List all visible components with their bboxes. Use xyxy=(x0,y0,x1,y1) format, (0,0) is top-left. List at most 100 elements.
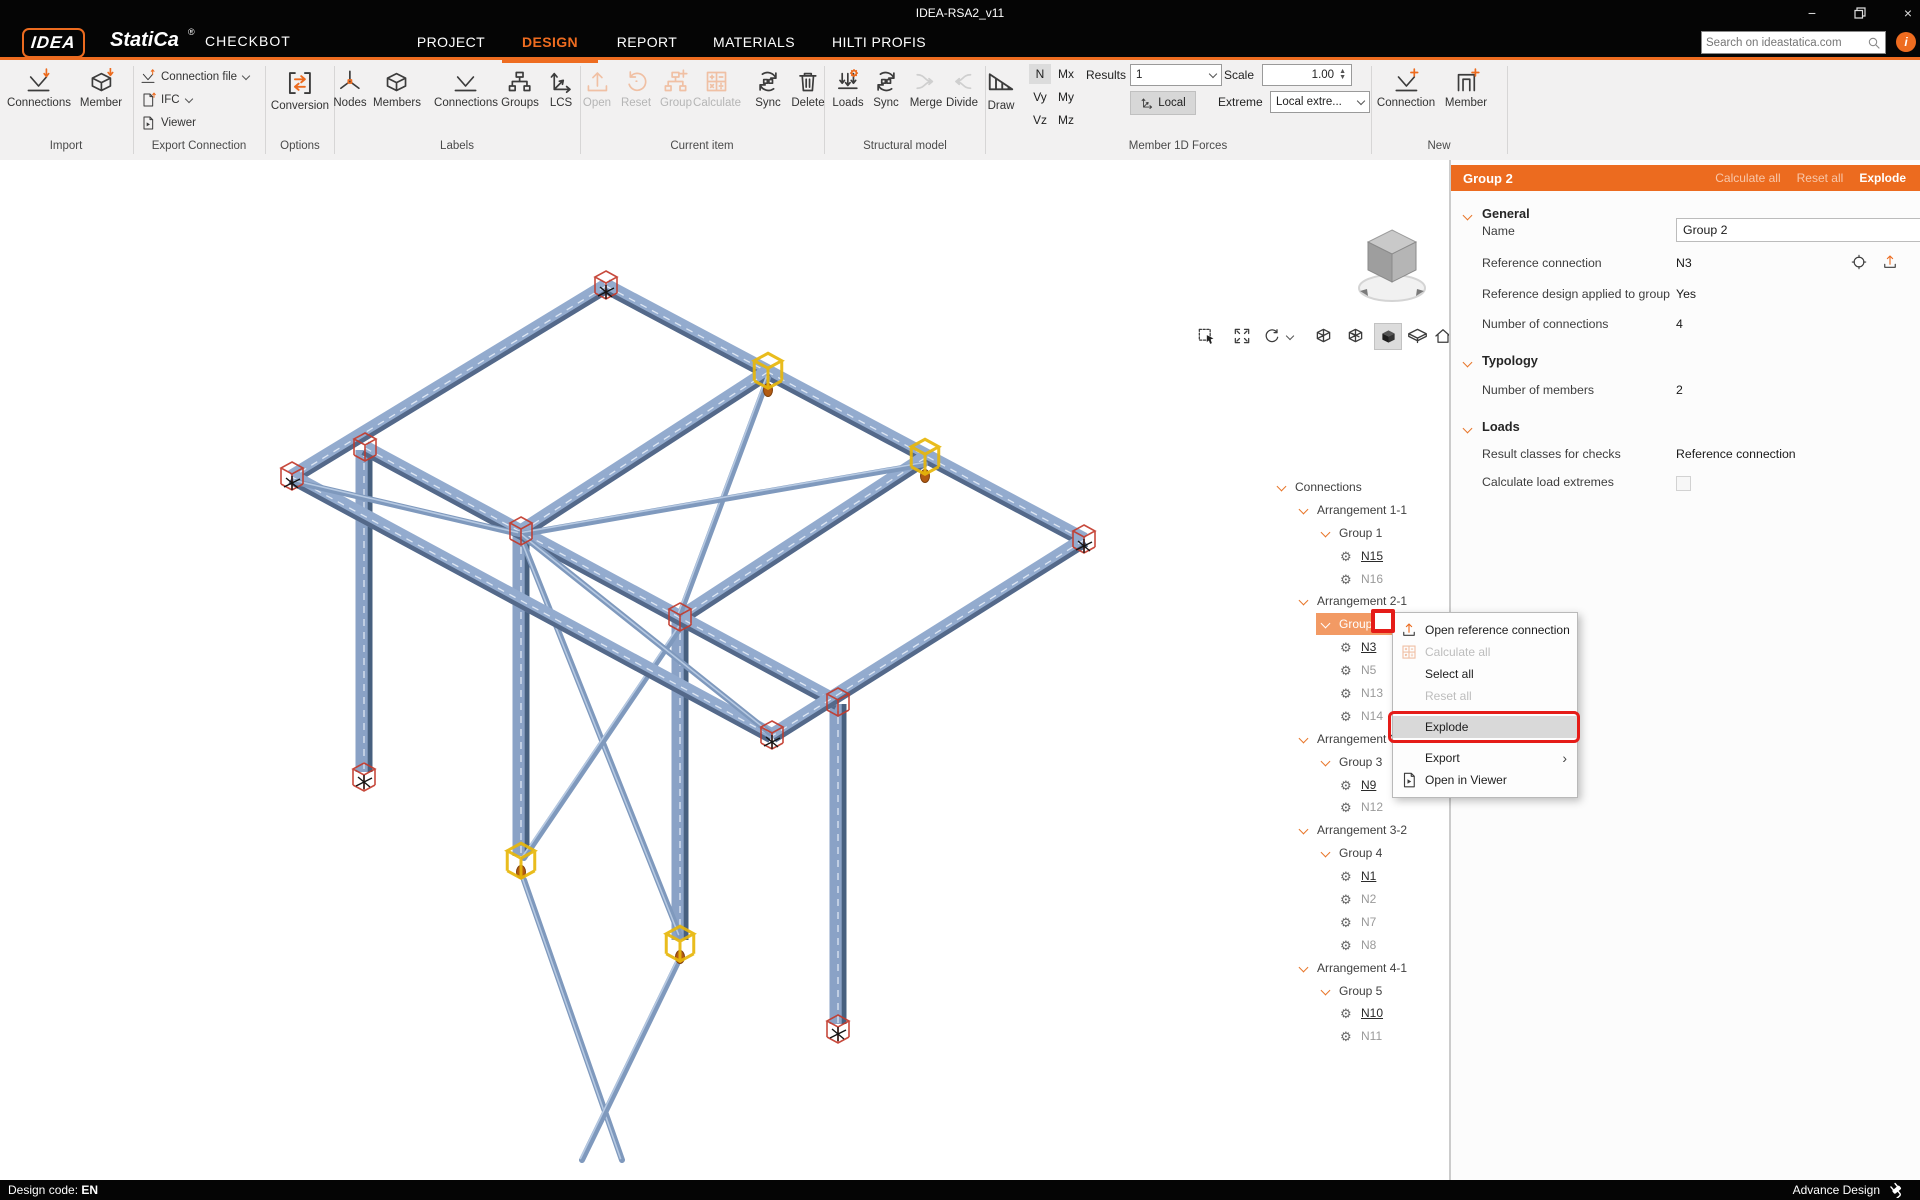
tab-materials[interactable]: MATERIALS xyxy=(713,27,795,57)
force-component-mx[interactable]: Mx xyxy=(1055,64,1077,84)
labels-groups-button[interactable]: Groups xyxy=(501,68,539,109)
labels-nodes-button[interactable]: Nodes xyxy=(333,68,366,109)
tree-item-n7[interactable]: ⚙N7 xyxy=(1262,911,1450,934)
info-icon[interactable]: i xyxy=(1896,32,1916,52)
tree-item-arrangement-1-1[interactable]: Arrangement 1-1 xyxy=(1262,499,1450,522)
menu-item-export[interactable]: Export› xyxy=(1393,747,1577,769)
chevron-down-icon[interactable] xyxy=(1299,733,1309,743)
force-component-vz[interactable]: Vz xyxy=(1029,110,1051,130)
export-viewer-button[interactable]: Viewer xyxy=(140,113,196,133)
open-reference-icon[interactable] xyxy=(1881,253,1899,271)
export-ifc-button[interactable]: IFC xyxy=(140,90,192,110)
group-name-input[interactable] xyxy=(1676,218,1920,242)
results-dropdown[interactable]: 1 xyxy=(1130,64,1222,86)
magnifier-icon[interactable] xyxy=(1866,35,1882,51)
tree-item-group-4[interactable]: Group 4 xyxy=(1262,842,1450,865)
import-connections-button[interactable]: Connections xyxy=(7,68,71,109)
sync-model-button[interactable]: Sync xyxy=(873,68,900,109)
force-component-vy[interactable]: Vy xyxy=(1029,87,1051,107)
new-connection-button[interactable]: Connection xyxy=(1377,68,1435,109)
tree-item-n12[interactable]: ⚙N12 xyxy=(1262,796,1450,819)
tree-item-arrangement-2-1[interactable]: Arrangement 2-1 xyxy=(1262,590,1450,613)
menu-item-open-reference-connection[interactable]: Open reference connection xyxy=(1393,619,1577,641)
view-wireframe-button[interactable] xyxy=(1310,323,1336,348)
labels-connections-button[interactable]: Connections xyxy=(434,68,498,109)
zoom-extents-button[interactable] xyxy=(1229,323,1255,348)
maximize-button[interactable] xyxy=(1839,0,1881,26)
tab-hilti-profis[interactable]: HILTI PROFIS xyxy=(832,27,926,57)
force-component-my[interactable]: My xyxy=(1055,87,1077,107)
chevron-down-icon[interactable] xyxy=(1321,848,1331,858)
chevron-down-icon[interactable] xyxy=(1299,825,1309,835)
scale-label: Scale xyxy=(1224,68,1254,82)
force-component-mz[interactable]: Mz xyxy=(1055,110,1077,130)
view-hidden-edges-button[interactable] xyxy=(1342,323,1368,348)
spinner-arrows[interactable]: ▲▼ xyxy=(1339,69,1346,81)
extreme-dropdown[interactable]: Local extre... xyxy=(1270,91,1370,113)
chevron-down-icon[interactable] xyxy=(1299,962,1309,972)
tab-report[interactable]: REPORT xyxy=(617,27,678,57)
tree-item-n2[interactable]: ⚙N2 xyxy=(1262,888,1450,911)
tree-item-n15[interactable]: ⚙N15 xyxy=(1262,545,1450,568)
chevron-down-icon[interactable] xyxy=(1299,504,1309,514)
chevron-down-icon[interactable] xyxy=(1463,424,1473,434)
connection-gear-icon: ⚙ xyxy=(1340,1005,1352,1022)
minimize-button[interactable]: − xyxy=(1791,0,1833,26)
3d-viewport[interactable] xyxy=(0,160,1451,1180)
menu-item-select-all[interactable]: Select all xyxy=(1393,663,1577,685)
loads-button[interactable]: Loads xyxy=(832,68,863,109)
menu-item-reset-all[interactable]: Reset all xyxy=(1393,685,1577,707)
reset-all-action: Reset all xyxy=(1797,171,1844,185)
tree-item-arrangement-4-1[interactable]: Arrangement 4-1 xyxy=(1262,957,1450,980)
tree-item-group-1[interactable]: Group 1 xyxy=(1262,522,1450,545)
chevron-down-icon[interactable] xyxy=(1463,358,1473,368)
chevron-down-icon[interactable] xyxy=(1463,211,1473,221)
navigation-cube[interactable] xyxy=(1352,218,1432,310)
local-toggle-button[interactable]: Local xyxy=(1130,91,1196,115)
connection-gear-icon: ⚙ xyxy=(1340,662,1352,679)
labels-lcs-button[interactable]: LCS xyxy=(548,68,575,109)
menu-item-explode[interactable]: Explode xyxy=(1393,716,1577,738)
new-member-button[interactable]: Member xyxy=(1445,68,1487,109)
tree-item-group-5[interactable]: Group 5 xyxy=(1262,980,1450,1003)
clip-plane-button[interactable] xyxy=(1404,323,1430,348)
rotate-view-button[interactable] xyxy=(1259,323,1285,348)
search-input[interactable] xyxy=(1702,37,1866,49)
chevron-down-icon[interactable] xyxy=(1299,596,1309,606)
chevron-down-icon[interactable] xyxy=(1321,756,1331,766)
view-solid-button[interactable] xyxy=(1374,323,1402,350)
select-tool-button[interactable] xyxy=(1193,323,1219,348)
draw-forces-button[interactable]: Draw xyxy=(986,68,1016,112)
tree-item-arrangement-3-2[interactable]: Arrangement 3-2 xyxy=(1262,819,1450,842)
tab-project[interactable]: PROJECT xyxy=(417,27,485,57)
export-connection-file-button[interactable]: Connection file xyxy=(140,67,249,87)
group-label-import: Import xyxy=(50,140,83,152)
import-member-button[interactable]: Member xyxy=(80,68,122,109)
context-menu: Open reference connectionCalculate allSe… xyxy=(1392,612,1578,798)
calculate-load-extremes-checkbox[interactable] xyxy=(1676,476,1691,491)
tree-item-n1[interactable]: ⚙N1 xyxy=(1262,865,1450,888)
tree-item-label: Arrangement 2-1 xyxy=(1317,594,1407,608)
chevron-down-icon[interactable] xyxy=(1321,985,1331,995)
tree-item-n10[interactable]: ⚙N10 xyxy=(1262,1002,1450,1025)
tab-design[interactable]: DESIGN xyxy=(522,27,578,57)
tree-item-n16[interactable]: ⚙N16 xyxy=(1262,568,1450,591)
force-component-n[interactable]: N xyxy=(1029,64,1051,84)
close-button[interactable]: × xyxy=(1887,0,1920,26)
menu-item-calculate-all[interactable]: Calculate all xyxy=(1393,641,1577,663)
tree-item-n11[interactable]: ⚙N11 xyxy=(1262,1025,1450,1048)
sync-current-button[interactable]: Sync xyxy=(755,68,782,109)
menu-item-open-in-viewer[interactable]: Open in Viewer xyxy=(1393,769,1577,791)
tree-item-connections[interactable]: Connections xyxy=(1262,476,1450,499)
conversion-button[interactable]: Conversion xyxy=(271,68,329,112)
explode-action[interactable]: Explode xyxy=(1859,171,1906,185)
tree-item-n8[interactable]: ⚙N8 xyxy=(1262,934,1450,957)
chevron-down-icon[interactable] xyxy=(1321,527,1331,537)
labels-members-button[interactable]: Members xyxy=(373,68,421,109)
rotate-options-dropdown[interactable] xyxy=(1283,323,1297,348)
scale-input[interactable]: 1.00 ▲▼ xyxy=(1262,64,1352,86)
target-icon[interactable] xyxy=(1850,253,1868,271)
chevron-down-icon[interactable] xyxy=(1277,482,1287,492)
search-box[interactable] xyxy=(1701,31,1886,54)
delete-button[interactable]: Delete xyxy=(791,68,824,109)
